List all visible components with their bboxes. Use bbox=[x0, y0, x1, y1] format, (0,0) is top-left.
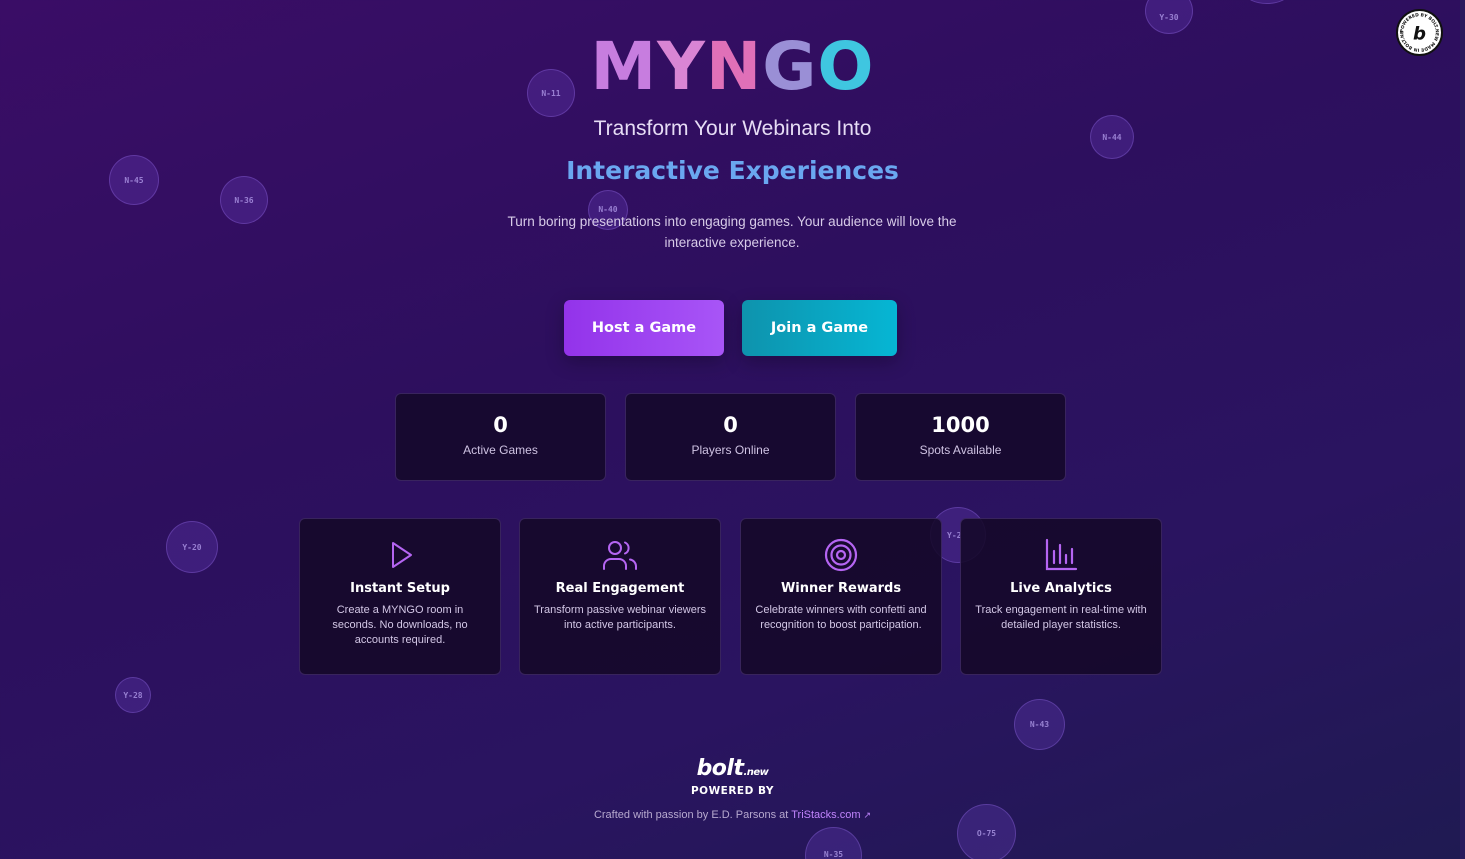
bingo-ball: Y-28 bbox=[115, 677, 151, 713]
stat-label: Players Online bbox=[691, 443, 770, 457]
feature-description: Create a MYNGO room in seconds. No downl… bbox=[332, 604, 468, 646]
feature-title: Real Engagement bbox=[555, 581, 685, 596]
footer-credit: Crafted with passion by E.D. Parsons at … bbox=[0, 809, 1465, 821]
feature-title: Winner Rewards bbox=[780, 581, 902, 596]
stat-value: 0 bbox=[723, 413, 738, 437]
hero-highlight: Interactive Experiences bbox=[566, 156, 899, 185]
stat-value: 1000 bbox=[931, 413, 990, 437]
feature-card-real-engagement: Real Engagement Transform passive webina… bbox=[519, 518, 721, 675]
feature-title: Instant Setup bbox=[350, 581, 450, 596]
hero-subtitle: Transform Your Webinars Into bbox=[593, 117, 872, 140]
credit-text: Crafted with passion by E.D. Parsons at bbox=[593, 809, 789, 821]
bar-chart-icon bbox=[1043, 537, 1079, 573]
logo-letter: O bbox=[817, 28, 875, 105]
hero-description: Turn boring presentations into engaging … bbox=[507, 214, 957, 250]
feature-card-instant-setup: Instant Setup Create a MYNGO room in sec… bbox=[299, 518, 501, 675]
bingo-ball bbox=[1245, 0, 1289, 4]
target-icon bbox=[823, 537, 859, 573]
tristacks-link[interactable]: TriStacks.com bbox=[791, 809, 860, 821]
play-icon bbox=[382, 537, 418, 573]
bolt-logo-text: bolt bbox=[696, 756, 744, 781]
bingo-ball: N-43 bbox=[1014, 699, 1065, 750]
logo-letter: Y bbox=[657, 28, 706, 105]
external-link-icon: ↗ bbox=[863, 810, 872, 820]
stat-card-players-online: 0 Players Online bbox=[625, 393, 836, 481]
logo-letter: G bbox=[762, 28, 818, 105]
users-icon bbox=[602, 537, 638, 573]
bingo-ball: N-35 bbox=[805, 827, 862, 859]
powered-by-label: POWERED BY bbox=[690, 785, 775, 797]
bolt-logo[interactable]: bolt.new bbox=[0, 756, 1465, 781]
feature-description: Celebrate winners with confetti and reco… bbox=[755, 604, 927, 631]
stat-card-spots-available: 1000 Spots Available bbox=[855, 393, 1066, 481]
bingo-ball: Y-20 bbox=[166, 521, 218, 573]
stat-label: Active Games bbox=[463, 443, 538, 457]
join-game-button[interactable]: Join a Game bbox=[742, 300, 897, 356]
stat-card-active-games: 0 Active Games bbox=[395, 393, 606, 481]
app-logo: MYNGO bbox=[0, 28, 1465, 105]
logo-letter: N bbox=[705, 28, 763, 105]
host-game-button[interactable]: Host a Game bbox=[564, 300, 724, 356]
bolt-logo-suffix: .new bbox=[743, 767, 769, 778]
feature-description: Track engagement in real-time with detai… bbox=[975, 604, 1147, 631]
feature-title: Live Analytics bbox=[1010, 581, 1112, 596]
feature-description: Transform passive webinar viewers into a… bbox=[534, 604, 706, 631]
stat-label: Spots Available bbox=[919, 443, 1002, 457]
stat-value: 0 bbox=[493, 413, 508, 437]
logo-letter: M bbox=[590, 28, 658, 105]
feature-card-winner-rewards: Winner Rewards Celebrate winners with co… bbox=[740, 518, 942, 675]
feature-card-live-analytics: Live Analytics Track engagement in real-… bbox=[960, 518, 1162, 675]
